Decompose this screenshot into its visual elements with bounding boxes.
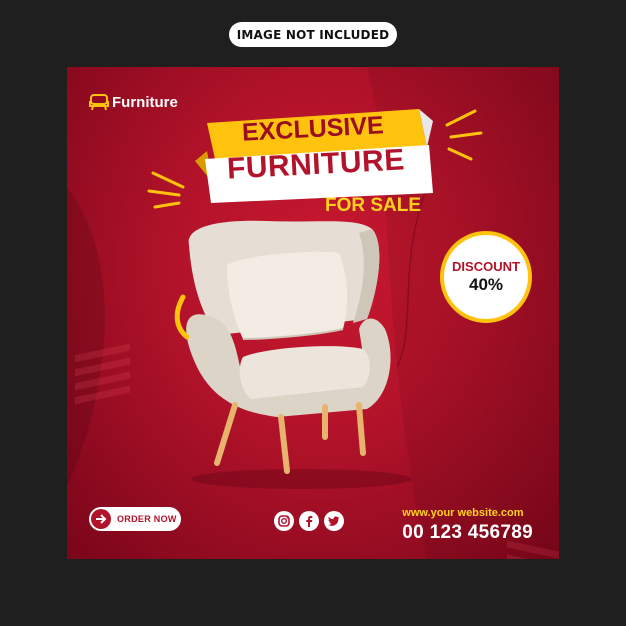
furniture-sale-poster: Furniture EXCLUSIVE FURNITURE FOR SALE D… xyxy=(67,67,559,559)
website-link[interactable]: www.your website.com xyxy=(402,507,533,519)
discount-label: DISCOUNT xyxy=(452,259,520,274)
contact-info: www.your website.com 00 123 456789 xyxy=(402,507,533,544)
armchair-image xyxy=(186,220,391,474)
headline-furniture-text: FURNITURE xyxy=(226,143,406,186)
facebook-icon[interactable] xyxy=(299,511,319,531)
order-now-label: ORDER NOW xyxy=(117,514,177,524)
brand-name: Furniture xyxy=(112,93,178,111)
brand-logo: Furniture xyxy=(89,93,178,111)
phone-number: 00 123 456789 xyxy=(402,522,533,543)
instagram-icon[interactable] xyxy=(274,511,294,531)
discount-value: 40% xyxy=(468,275,504,294)
headline-furniture: FURNITURE xyxy=(202,139,430,191)
social-icons xyxy=(274,511,344,531)
headline-for-sale: FOR SALE xyxy=(303,191,443,221)
twitter-icon[interactable] xyxy=(324,511,344,531)
chair-logo-icon xyxy=(89,94,109,111)
discount-badge: DISCOUNT 40% xyxy=(440,231,532,323)
arrow-right-icon xyxy=(91,509,111,529)
headline-for-sale-text: FOR SALE xyxy=(324,195,422,216)
order-now-button[interactable]: ORDER NOW xyxy=(89,507,181,531)
image-not-included-badge: IMAGE NOT INCLUDED xyxy=(229,22,397,47)
